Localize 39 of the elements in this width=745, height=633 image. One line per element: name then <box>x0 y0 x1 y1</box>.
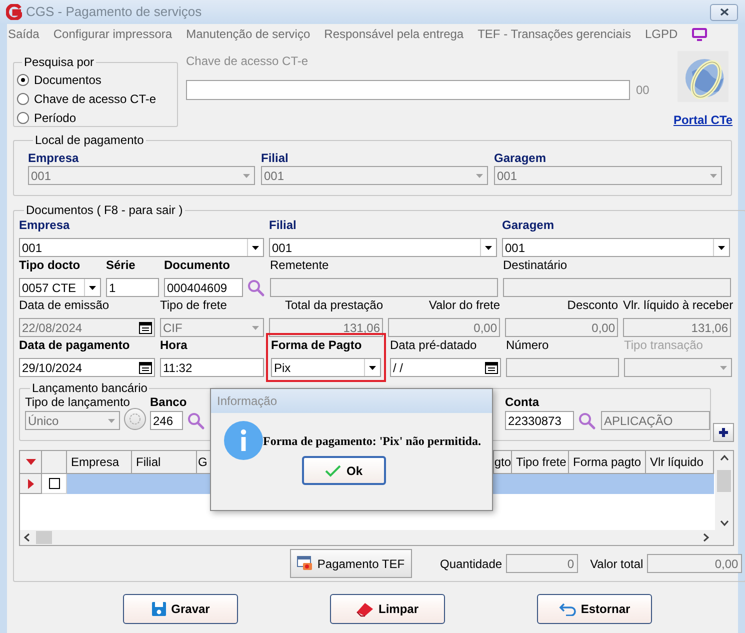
field-label: Forma de Pagto <box>271 338 362 352</box>
field-label: Quantidade <box>440 556 502 572</box>
field-label: Tipo transação <box>624 338 703 352</box>
field-label: Data pré-datado <box>390 338 477 352</box>
dialog-title: Informação <box>211 389 492 413</box>
group-title: Lançamento bancário <box>31 381 148 395</box>
field-label: Filial <box>261 151 290 165</box>
field-label: Conta <box>505 395 539 409</box>
field-label: Remetente <box>270 258 329 272</box>
field-label: Banco <box>150 395 187 409</box>
field-label: Valor total <box>590 556 644 572</box>
number-field: 0,00 <box>647 554 742 573</box>
field-label: Empresa <box>28 151 80 165</box>
field-label: Série <box>106 258 136 272</box>
field-label: Tipo docto <box>19 258 80 272</box>
group-title: Pesquisa por <box>23 55 96 69</box>
field-label: Total da prestação <box>284 298 383 312</box>
field-label: Data de emissão <box>19 298 110 312</box>
field-label: Vlr. líquido à receber <box>623 298 731 312</box>
field-label: Garagem <box>502 218 554 232</box>
check-digit: 00 <box>636 82 650 99</box>
field-label: Desconto <box>566 298 618 312</box>
field-label: Hora <box>160 338 188 352</box>
field-label: Empresa <box>19 218 70 232</box>
field-label: Garagem <box>494 151 548 165</box>
field-label: Destinatário <box>503 258 568 272</box>
field-label: Filial <box>269 218 296 232</box>
window-title: CGS - Pagamento de serviços <box>26 3 202 22</box>
field-label: Valor do frete <box>428 298 500 312</box>
field-label: Tipo de lançamento <box>25 395 130 409</box>
field-label: Tipo de frete <box>160 298 227 312</box>
group-title: Local de pagamento <box>34 133 145 147</box>
number-field: 0 <box>506 554 578 573</box>
field-label: Data de pagamento <box>19 338 130 352</box>
group-title: Documentos ( F8 - para sair ) <box>25 203 184 217</box>
field-label: Chave de acesso CT-e <box>186 54 310 68</box>
dialog-message: Forma de pagamento: 'Pix' não permitida. <box>263 432 481 450</box>
field-label: Número <box>506 338 549 352</box>
field-label: Documento <box>164 258 230 272</box>
